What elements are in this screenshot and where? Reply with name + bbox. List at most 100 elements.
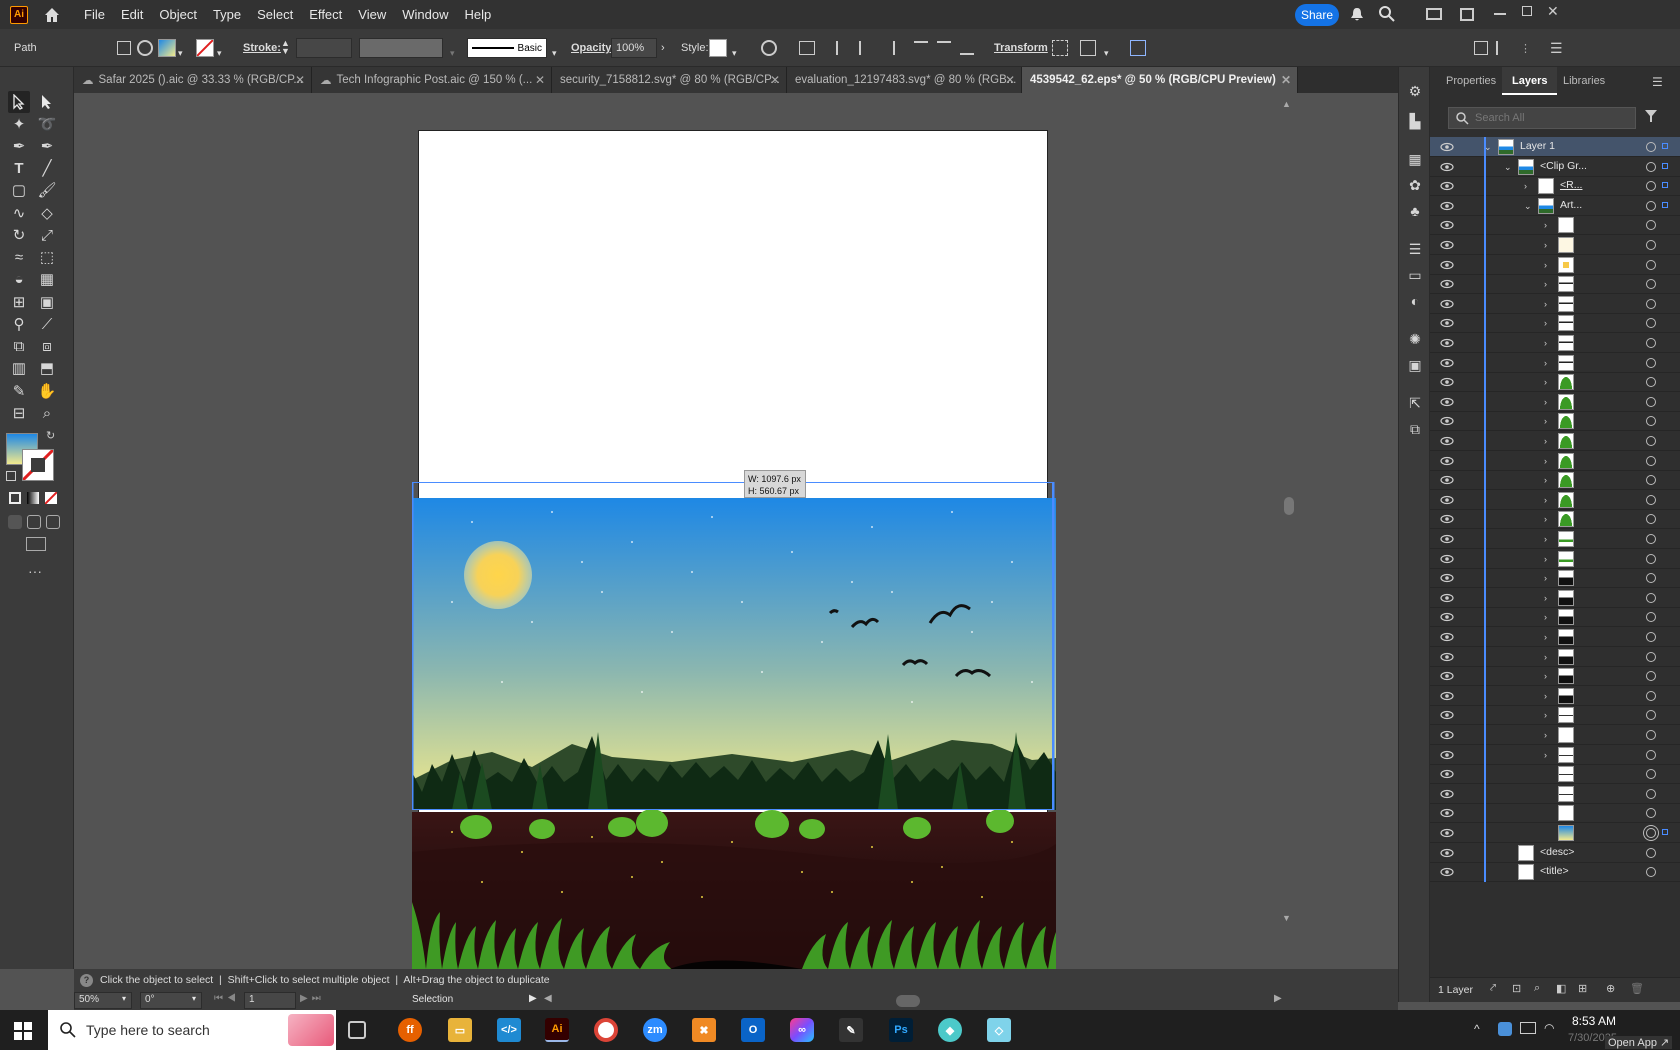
tab-layers[interactable]: Layers <box>1502 67 1558 95</box>
tab-evaluation[interactable]: evaluation_12197483.svg* @ 80 % (RGB... ✕ <box>787 67 1022 93</box>
visibility-eye-icon[interactable] <box>1440 258 1454 272</box>
target-circle-icon[interactable] <box>1646 494 1656 505</box>
target-circle-icon[interactable] <box>1646 867 1656 878</box>
battery-icon[interactable] <box>1520 1022 1536 1034</box>
direct-selection-tool-icon[interactable] <box>36 91 58 113</box>
target-circle-icon[interactable] <box>1646 396 1656 407</box>
maximize-button[interactable] <box>1522 6 1532 16</box>
visibility-eye-icon[interactable] <box>1440 865 1454 879</box>
target-circle-icon[interactable] <box>1646 847 1656 858</box>
perspective-grid-tool-icon[interactable]: ▦ <box>36 268 58 290</box>
layer-row[interactable] <box>1430 823 1680 843</box>
visibility-eye-icon[interactable] <box>1440 748 1454 762</box>
chevron-right-icon[interactable]: › <box>1544 632 1554 642</box>
chevron-right-icon[interactable]: › <box>1544 593 1554 603</box>
selection-square-icon[interactable] <box>1662 182 1668 189</box>
scroll-down-icon[interactable]: ▼ <box>1282 913 1291 923</box>
opacity-label[interactable]: Opacity: <box>571 37 615 59</box>
target-circle-icon[interactable] <box>1646 690 1656 701</box>
chevron-right-icon[interactable]: › <box>1544 514 1554 524</box>
vertical-scrollbar-thumb[interactable] <box>1284 497 1294 515</box>
hand-tool-icon[interactable]: ✋ <box>36 380 58 402</box>
zoom-app-icon[interactable]: zm <box>643 1018 667 1042</box>
distribute-dropdown-icon[interactable]: ▾ <box>1104 42 1109 64</box>
chevron-right-icon[interactable]: › <box>1544 260 1554 270</box>
align-to-icon[interactable] <box>799 41 815 55</box>
align-left-icon[interactable] <box>836 41 850 55</box>
target-circle-icon[interactable] <box>1646 671 1656 682</box>
stroke-label[interactable]: Stroke: <box>243 37 281 59</box>
target-circle-icon[interactable] <box>1646 279 1656 290</box>
layer-row[interactable]: <title> <box>1430 862 1680 883</box>
close-button[interactable]: ✕ <box>1547 3 1561 19</box>
chevron-right-icon[interactable]: › <box>1544 750 1554 760</box>
line-segment-tool-icon[interactable]: ╱ <box>36 157 58 179</box>
paintbrush-tool-icon[interactable]: 🖌 <box>36 179 58 201</box>
swap-colors-icon[interactable]: ↻ <box>46 429 55 442</box>
target-circle-icon[interactable] <box>1646 534 1656 544</box>
search-highlight-image[interactable] <box>288 1014 334 1046</box>
taskbar-search[interactable]: Type here to search <box>48 1010 336 1050</box>
align-bottom-icon[interactable] <box>960 41 974 55</box>
layer-row[interactable]: › <box>1430 744 1680 765</box>
menu-item-file[interactable]: File <box>76 0 113 29</box>
default-colors-icon[interactable] <box>6 471 16 481</box>
align-vcenter-icon[interactable] <box>937 41 951 55</box>
selection-square-icon[interactable] <box>1662 143 1668 149</box>
gradient-panel-icon[interactable]: ▭ <box>1406 267 1424 285</box>
filter-icon[interactable] <box>1644 109 1658 123</box>
zoom-tool-icon[interactable]: ⌕ <box>36 402 58 424</box>
layer-row[interactable]: › <box>1430 646 1680 667</box>
slice-tool-icon[interactable]: ✎ <box>8 380 30 402</box>
target-circle-icon[interactable] <box>1646 592 1656 603</box>
target-circle-icon[interactable] <box>1646 455 1656 466</box>
gradient-mode-icon[interactable] <box>27 492 39 504</box>
target-circle-icon[interactable] <box>1646 338 1656 348</box>
control-flyout-icon[interactable]: ☰ <box>1550 37 1563 59</box>
width-tool-icon[interactable]: ≈ <box>8 246 30 268</box>
scale-tool-icon[interactable]: ⤢ <box>36 224 58 246</box>
swatches-icon[interactable]: ▦ <box>1406 151 1424 169</box>
windows-start-icon[interactable] <box>14 1022 32 1040</box>
visibility-eye-icon[interactable] <box>1440 512 1454 526</box>
menu-item-view[interactable]: View <box>350 0 394 29</box>
layer-row[interactable]: › <box>1430 450 1680 471</box>
app-cyan-icon[interactable]: ◆ <box>938 1018 962 1042</box>
layer-row[interactable]: › <box>1430 372 1680 393</box>
chevron-right-icon[interactable]: › <box>1544 730 1554 740</box>
layer-row[interactable]: › <box>1430 509 1680 530</box>
target-circle-icon[interactable] <box>1646 318 1656 329</box>
layer-row[interactable]: › <box>1430 431 1680 451</box>
selection-square-icon[interactable] <box>1662 829 1668 835</box>
visibility-eye-icon[interactable] <box>1440 669 1454 683</box>
visibility-eye-icon[interactable] <box>1440 179 1454 193</box>
layer-row[interactable] <box>1430 783 1680 804</box>
isolate-icon[interactable] <box>117 41 131 55</box>
variable-width-profile[interactable] <box>359 38 443 58</box>
layers-search[interactable]: Search All <box>1448 107 1636 129</box>
target-circle-icon[interactable] <box>1646 240 1656 250</box>
visibility-eye-icon[interactable] <box>1440 414 1454 428</box>
target-circle-icon[interactable] <box>1646 553 1656 564</box>
visibility-eye-icon[interactable] <box>1440 846 1454 860</box>
layer-row[interactable]: › <box>1430 391 1680 412</box>
visibility-eye-icon[interactable] <box>1440 454 1454 468</box>
draw-normal-icon[interactable] <box>8 515 22 529</box>
layer-row[interactable]: › <box>1430 568 1680 589</box>
delete-layer-icon[interactable]: 🗑 <box>1630 982 1644 995</box>
arrange-documents-icon[interactable] <box>1460 8 1474 21</box>
target-circle-icon[interactable] <box>1646 612 1656 623</box>
brush-definition[interactable]: Basic <box>467 38 547 58</box>
chevron-right-icon[interactable]: › <box>1544 534 1554 544</box>
chevron-right-icon[interactable]: › <box>1544 671 1554 681</box>
menu-item-select[interactable]: Select <box>249 0 301 29</box>
artboard-field[interactable]: 1 <box>244 992 296 1009</box>
align-right-icon[interactable] <box>881 41 895 55</box>
visibility-eye-icon[interactable] <box>1440 434 1454 448</box>
photoshop-icon[interactable]: Ps <box>889 1018 913 1042</box>
type-tool-icon[interactable]: T <box>8 157 30 179</box>
chevron-right-icon[interactable]: › <box>1544 358 1554 368</box>
minimize-button[interactable] <box>1494 13 1506 15</box>
curvature-tool-icon[interactable]: ✒ <box>36 135 58 157</box>
target-circle-icon[interactable] <box>1646 161 1656 172</box>
